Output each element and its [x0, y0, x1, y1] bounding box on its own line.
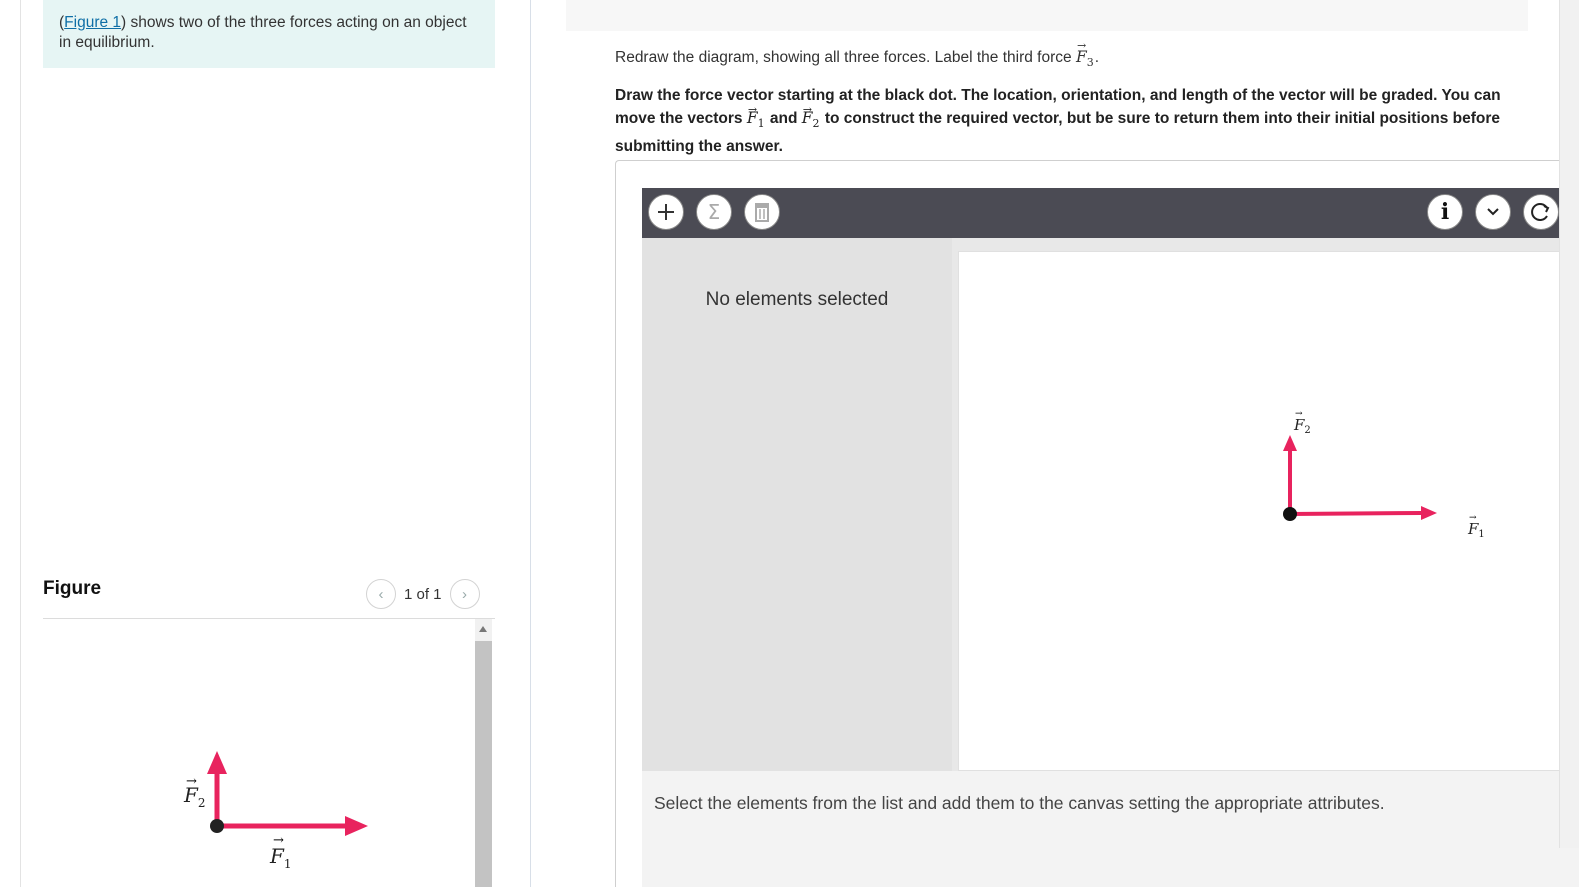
instruction-end: . — [1094, 49, 1100, 66]
figure-diagram: → F2 → F1 — [183, 751, 368, 871]
canvas-origin-dot[interactable] — [1283, 507, 1297, 521]
draw-instruction: Draw the force vector starting at the bl… — [615, 84, 1545, 158]
f3-symbol: → F3 — [1075, 39, 1094, 70]
svg-text:F2: F2 — [183, 783, 206, 810]
svg-text:F2: F2 — [1293, 416, 1311, 436]
draw-instruction-and: and — [765, 110, 802, 127]
f1-sub: 1 — [757, 117, 765, 131]
chevron-down-icon — [1487, 208, 1499, 216]
page-scrollbar[interactable] — [1559, 0, 1579, 848]
figure-f2-label: F — [183, 783, 199, 807]
figure-f1-arrowhead — [345, 816, 368, 836]
figure-link[interactable]: Figure 1 — [64, 14, 121, 31]
plus-icon — [658, 204, 674, 220]
figure-f2-sub: 2 — [198, 796, 206, 810]
drawing-canvas[interactable]: → F2 → F1 — [958, 251, 1579, 771]
figure-f1-label: F — [269, 844, 285, 868]
prev-figure-button[interactable]: ‹ — [366, 579, 396, 609]
chevron-right-icon: › — [462, 585, 468, 603]
reset-icon — [1531, 203, 1550, 221]
canvas-f1-sub: 1 — [1478, 529, 1484, 540]
scroll-thumb[interactable] — [475, 641, 492, 887]
canvas-area: → F2 → F1 — [952, 238, 1579, 771]
instruction-body: Redraw the diagram, showing all three fo… — [615, 49, 1076, 66]
figure-title: Figure — [43, 578, 102, 599]
canvas-f1-vector[interactable] — [1289, 511, 1422, 516]
svg-text:F1: F1 — [1467, 520, 1485, 540]
top-strip — [566, 0, 1528, 31]
figure-f1-sub: 1 — [284, 857, 292, 871]
add-element-button[interactable] — [648, 194, 684, 230]
dropdown-button[interactable] — [1475, 194, 1511, 230]
drawing-toolbar: Σ i — [642, 188, 1579, 238]
chevron-left-icon: ‹ — [378, 585, 384, 603]
figure-scrollbar[interactable] — [475, 619, 492, 887]
info-icon: i — [1440, 199, 1450, 225]
delete-button[interactable] — [744, 194, 780, 230]
right-pane: Redraw the diagram, showing all three fo… — [531, 0, 1579, 887]
no-elements-message: No elements selected — [705, 289, 889, 310]
info-button[interactable]: i — [1427, 194, 1463, 230]
scroll-up-arrow[interactable] — [479, 626, 487, 632]
canvas-f2-arrowhead[interactable] — [1283, 435, 1297, 451]
next-figure-button[interactable]: › — [449, 579, 480, 609]
intro-body: ) shows two of the three forces acting o… — [59, 14, 467, 51]
pager-label: 1 of 1 — [404, 585, 442, 603]
canvas-f2-label: F — [1293, 416, 1305, 434]
canvas-f1-arrowhead[interactable] — [1421, 506, 1437, 520]
canvas-f1-label: F — [1467, 520, 1479, 538]
svg-text:F1: F1 — [269, 844, 292, 871]
canvas-diagram: → F2 → F1 — [1283, 409, 1485, 540]
trash-icon — [755, 203, 769, 222]
sum-button[interactable]: Σ — [696, 194, 732, 230]
help-area: Select the elements from the list and ad… — [642, 771, 1579, 887]
help-message: Select the elements from the list and ad… — [654, 793, 1385, 813]
f2-symbol: → F2 — [801, 103, 820, 131]
sigma-icon: Σ — [707, 200, 721, 224]
f3-sub: 3 — [1086, 56, 1094, 70]
element-properties-panel: No elements selected — [642, 238, 952, 771]
reset-button[interactable] — [1523, 194, 1559, 230]
instruction-text: Redraw the diagram, showing all three fo… — [615, 39, 1100, 70]
canvas-f2-sub: 2 — [1304, 425, 1310, 436]
figure-pager: ‹ 1 of 1 › — [366, 579, 480, 609]
figure-f2-arrowhead — [207, 751, 227, 774]
f1-symbol: → F1 — [746, 103, 765, 131]
intro-text: (Figure 1) shows two of the three forces… — [43, 0, 495, 68]
f2-sub: 2 — [812, 117, 820, 131]
figure-origin-dot — [210, 819, 224, 833]
